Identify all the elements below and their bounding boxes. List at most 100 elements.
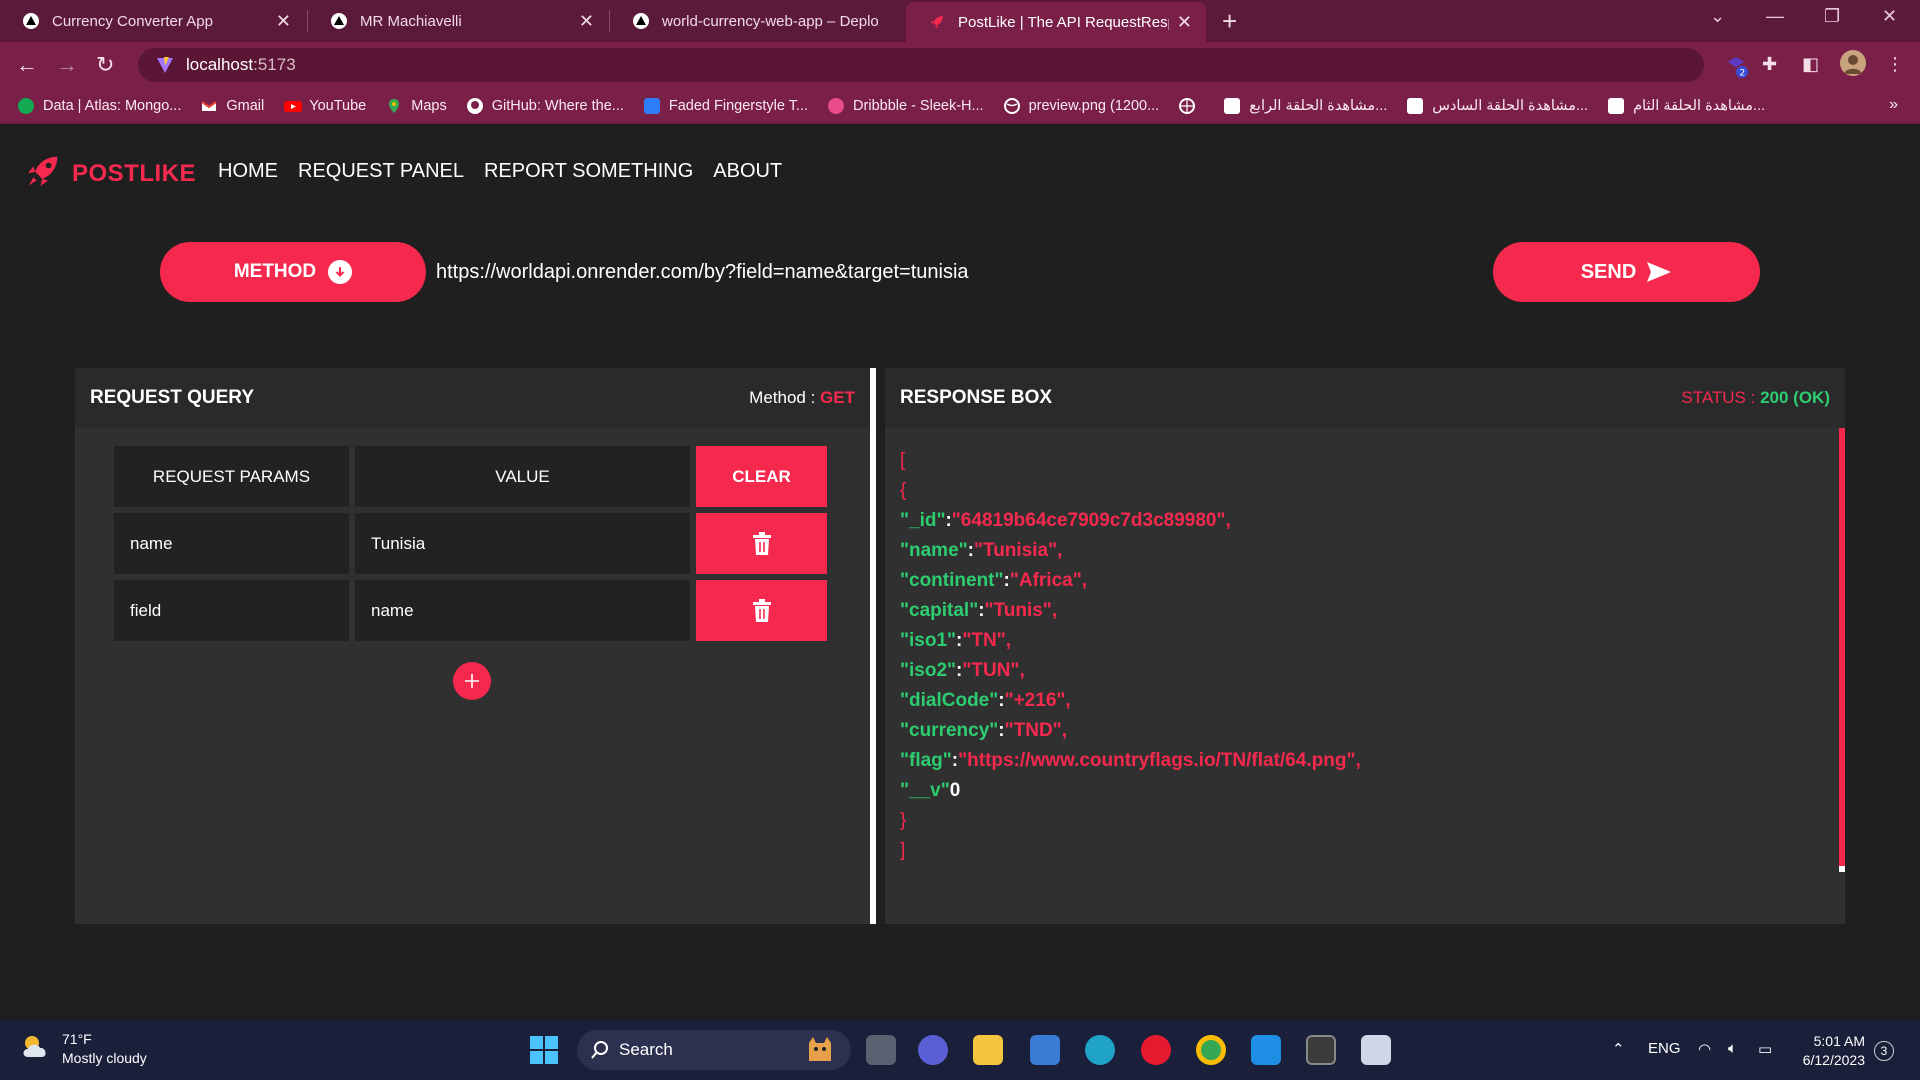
add-param-button[interactable] [453, 662, 491, 700]
json-line: "name":"Tunisia", [900, 536, 1361, 566]
bookmarks-overflow-icon[interactable]: » [1889, 96, 1898, 114]
window-close-icon[interactable]: ✕ [1882, 6, 1897, 27]
browser-toolbar: ← → ↻ localhost:5173 2 ✚ ◧ ⋮ [0, 42, 1920, 88]
close-icon[interactable]: ✕ [1177, 12, 1192, 33]
volume-icon[interactable]: 🔈︎ [1728, 1040, 1737, 1057]
brand-logo[interactable]: POSTLIKE [24, 152, 196, 195]
vscode-icon[interactable] [1251, 1035, 1281, 1065]
language-indicator[interactable]: ENG [1648, 1040, 1681, 1057]
bookmark-youtube[interactable]: YouTube [284, 98, 366, 114]
new-tab-button[interactable]: + [1222, 6, 1237, 37]
bookmark-dribbble[interactable]: Dribbble - Sleek-H... [828, 97, 984, 114]
chevron-down-icon[interactable]: ⌄ [1710, 6, 1725, 27]
json-key: "capital" [900, 600, 979, 621]
teams-chat-icon[interactable] [918, 1035, 948, 1065]
nav-request-panel[interactable]: REQUEST PANEL [298, 160, 464, 183]
tab-currency-converter[interactable]: Currency Converter App ✕ [0, 0, 305, 42]
chevron-up-icon[interactable]: ⌃ [1612, 1040, 1625, 1058]
notification-badge[interactable]: 3 [1874, 1041, 1894, 1061]
bookmark-preview[interactable]: preview.png (1200... [1003, 97, 1159, 114]
json-line: "dialCode":"+216", [900, 686, 1361, 716]
tab-mr-machiavelli[interactable]: MR Machiavelli ✕ [308, 0, 608, 42]
opera-browser-icon[interactable] [1141, 1035, 1171, 1065]
bookmark-atlas[interactable]: Data | Atlas: Mongo... [18, 97, 181, 114]
bookmark-label: مشاهدة الحلقة الرابع... [1249, 97, 1388, 114]
wifi-icon[interactable]: ◠ [1698, 1040, 1711, 1058]
json-value: "TN", [962, 630, 1011, 651]
send-button[interactable]: SEND [1493, 242, 1760, 302]
site-favicon-icon [1407, 97, 1424, 114]
edge-browser-icon[interactable] [1085, 1035, 1115, 1065]
file-explorer-icon[interactable] [973, 1035, 1003, 1065]
clear-button[interactable]: CLEAR [696, 446, 827, 507]
close-icon[interactable]: ✕ [579, 11, 594, 32]
param-key-field[interactable]: field [114, 580, 349, 641]
method-indicator-value: GET [820, 388, 855, 407]
vite-logo-icon [156, 56, 174, 74]
bookmark-label: GitHub: Where the... [491, 97, 624, 114]
request-url-input[interactable] [426, 242, 1494, 302]
response-scrollbar[interactable] [1839, 428, 1845, 872]
extension-badge-icon[interactable]: 2 [1724, 54, 1748, 83]
postlike-app: POSTLIKE HOME REQUEST PANEL REPORT SOMET… [0, 124, 1920, 1020]
param-value-field[interactable]: Tunisia [355, 513, 690, 574]
map-pin-icon [386, 98, 402, 114]
nav-report-something[interactable]: REPORT SOMETHING [484, 160, 693, 183]
task-view-icon[interactable] [866, 1035, 896, 1065]
back-arrow-icon[interactable]: ← [16, 52, 38, 78]
weather-temperature: 71°F [62, 1031, 92, 1047]
bookmark-label: مشاهدة الحلقة الثام... [1633, 97, 1766, 114]
windows-start-button[interactable] [530, 1036, 558, 1069]
taskbar-search-box[interactable]: Search [577, 1030, 851, 1070]
response-panel-title: RESPONSE BOX [900, 387, 1053, 408]
nav-home[interactable]: HOME [218, 160, 278, 183]
bookmark-gmail[interactable]: Gmail [201, 98, 264, 114]
url-host: localhost [186, 55, 254, 74]
method-dropdown-button[interactable]: METHOD [160, 242, 426, 302]
params-table: REQUEST PARAMS VALUE CLEAR name Tunisia … [114, 446, 827, 647]
chrome-browser-icon[interactable] [1196, 1035, 1226, 1065]
bookmark-episode-4[interactable]: مشاهدة الحلقة الرابع... [1224, 97, 1388, 114]
delete-row-button[interactable] [696, 513, 827, 574]
reload-icon[interactable]: ↻ [96, 52, 114, 78]
address-bar[interactable]: localhost:5173 [138, 48, 1704, 82]
minimize-icon[interactable]: — [1766, 6, 1784, 27]
json-close-bracket: ] [900, 840, 906, 861]
battery-icon[interactable]: ▭ [1758, 1040, 1772, 1058]
panel-divider[interactable] [870, 368, 876, 924]
param-value-field[interactable]: name [355, 580, 690, 641]
tab-postlike[interactable]: PostLike | The API RequestRespon ✕ [906, 2, 1206, 42]
kebab-menu-icon[interactable]: ⋮ [1886, 54, 1904, 75]
delete-row-button[interactable] [696, 580, 827, 641]
microsoft-store-icon[interactable] [1030, 1035, 1060, 1065]
bookmark-globe[interactable] [1179, 97, 1204, 114]
github-icon [466, 97, 483, 114]
bookmark-episode-8[interactable]: مشاهدة الحلقة الثام... [1608, 97, 1766, 114]
forward-arrow-icon[interactable]: → [56, 52, 78, 78]
terminal-icon[interactable] [1306, 1035, 1336, 1065]
tab-world-currency[interactable]: world-currency-web-app – Deplo [610, 0, 905, 42]
bookmark-label: Maps [411, 97, 447, 114]
bookmark-faded[interactable]: Faded Fingerstyle T... [643, 97, 808, 114]
json-line: "continent":"Africa", [900, 566, 1361, 596]
dribbble-icon [828, 97, 845, 114]
status-value: 200 (OK) [1760, 388, 1830, 407]
bookmark-github[interactable]: GitHub: Where the... [466, 97, 624, 114]
side-panel-icon[interactable]: ◧ [1802, 54, 1819, 75]
arrow-down-circle-icon [328, 260, 353, 284]
bookmark-episode-6[interactable]: مشاهدة الحلقة السادس... [1407, 97, 1588, 114]
extensions-puzzle-icon[interactable]: ✚ [1762, 54, 1777, 75]
close-icon[interactable]: ✕ [276, 11, 291, 32]
restore-icon[interactable]: ❐ [1824, 6, 1840, 27]
system-clock[interactable]: 5:01 AM 6/12/2023 [1795, 1032, 1865, 1070]
json-key: "flag" [900, 750, 952, 771]
snipping-tool-icon[interactable] [1361, 1035, 1391, 1065]
globe-icon [1003, 97, 1020, 114]
param-key-field[interactable]: name [114, 513, 349, 574]
bookmark-maps[interactable]: Maps [386, 97, 447, 114]
weather-widget[interactable]: 71°F Mostly cloudy [20, 1030, 147, 1068]
nav-about[interactable]: ABOUT [713, 160, 782, 183]
json-value: 0 [949, 780, 961, 801]
profile-avatar[interactable] [1840, 50, 1866, 81]
request-panel-header: REQUEST QUERY Method : GET [75, 368, 870, 428]
